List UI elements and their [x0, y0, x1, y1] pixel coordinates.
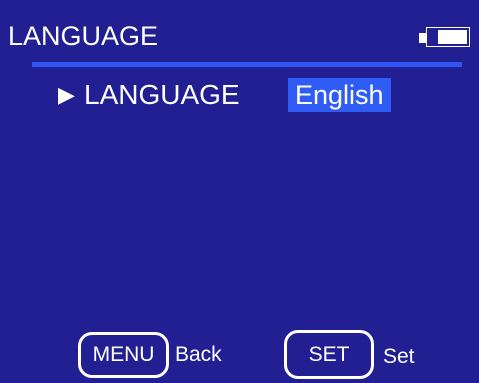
set-label: Set — [383, 345, 415, 368]
battery-body — [426, 27, 470, 47]
battery-cap — [419, 33, 426, 43]
back-label: Back — [175, 343, 222, 366]
setting-row-language[interactable]: ▶ LANGUAGE English — [58, 78, 418, 114]
page-title: LANGUAGE — [8, 21, 159, 51]
battery-level-fill — [438, 30, 467, 44]
play-pointer-icon: ▶ — [58, 82, 75, 107]
battery-icon — [419, 27, 472, 49]
menu-button[interactable]: MENU — [78, 332, 169, 378]
setting-label: LANGUAGE — [84, 79, 240, 110]
set-button[interactable]: SET — [284, 330, 374, 379]
language-value[interactable]: English — [288, 78, 391, 112]
language-screen: LANGUAGE ▶ LANGUAGE English MENU Back SE… — [0, 0, 479, 383]
header-divider — [32, 62, 462, 67]
